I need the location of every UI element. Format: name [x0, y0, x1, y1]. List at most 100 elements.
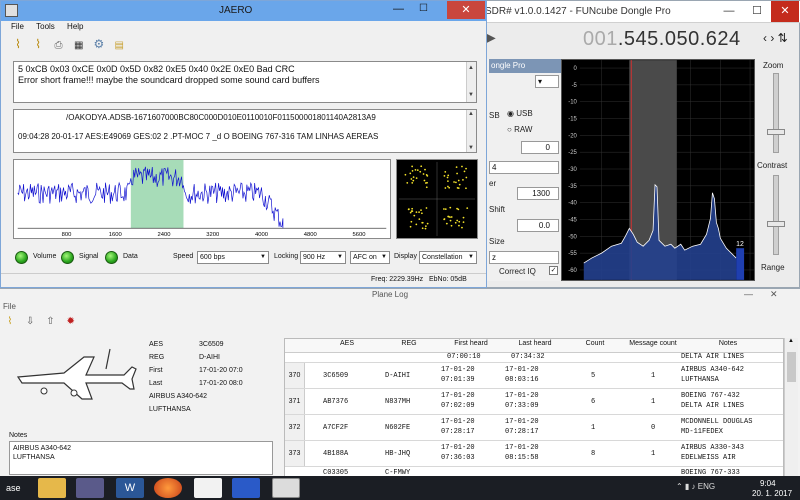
- wave-icon[interactable]: [232, 478, 260, 498]
- contrast-slider-track[interactable]: [773, 175, 779, 255]
- jaero-minimize-button[interactable]: —: [393, 3, 404, 15]
- jaero-close-button[interactable]: ✕: [447, 1, 485, 19]
- cell-last-time: 08:15:58: [505, 454, 539, 462]
- mode-raw-radio[interactable]: ○ RAW: [507, 125, 532, 134]
- stop-icon[interactable]: ✹: [64, 315, 78, 329]
- bandwidth-field[interactable]: 1300: [517, 187, 559, 200]
- cell-notes: DELTA AIR LINES: [681, 353, 745, 361]
- log-scrollbar[interactable]: ▲ ▼: [466, 62, 476, 102]
- system-tray[interactable]: ⌃ ▮ ♪ ENG: [676, 482, 715, 491]
- spectrum-display[interactable]: 0 -5 -10 -15 -20 -25 -30 -35 -40 -45 -50 -55 -60 12: [561, 59, 755, 281]
- sdr-titlebar[interactable]: SDR# v1.0.0.1427 - FUNcube Dongle Pro — …: [471, 1, 800, 23]
- column-header-notes[interactable]: Notes: [683, 340, 773, 347]
- afc-select[interactable]: AFC on ▼: [350, 251, 390, 264]
- table-row[interactable]: 372 A7CF2F N602FE 17-01-20 07:28:17 17-01-20 0…: [285, 415, 783, 441]
- cell-notes: DELTA AIR LINES: [681, 402, 745, 410]
- raw-log-textbox[interactable]: 5 0xCB 0x03 0xCE 0x0D 0x5D 0x82 0xE5 0x4…: [13, 61, 477, 103]
- plane-log-close-button[interactable]: ✕: [770, 289, 778, 300]
- export-icon[interactable]: ⇧: [43, 315, 57, 329]
- notes-textarea[interactable]: AIRBUS A340-642 LUFTHANSA: [9, 441, 273, 475]
- plane-log-minimize-button[interactable]: —: [744, 289, 753, 299]
- table-row[interactable]: 371 AB7376 N837MH 17-01-20 07:02:09 17-01-20 0…: [285, 389, 783, 415]
- scroll-up-icon[interactable]: ▲: [468, 63, 474, 74]
- menu-tools[interactable]: Tools: [36, 22, 55, 31]
- cell-last-time: 07:33:09: [505, 402, 539, 410]
- spin-value-field[interactable]: 0: [521, 141, 559, 154]
- table-row[interactable]: 370 3C6509 D-AIHI 17-01-20 07:01:39 17-01-20 0…: [285, 363, 783, 389]
- gear-icon[interactable]: ⚙: [92, 37, 106, 51]
- info-key: AES: [149, 341, 164, 348]
- device-dropdown[interactable]: ▾: [535, 75, 559, 88]
- jaero-icon[interactable]: [272, 478, 300, 498]
- clock-time[interactable]: 9:04: [760, 479, 776, 488]
- table-scrollbar[interactable]: ▲: [784, 338, 798, 477]
- frequency-display[interactable]: 001.545.050.624: [583, 28, 741, 51]
- scroll-down-icon[interactable]: ▼: [468, 145, 474, 151]
- sdr-minimize-button[interactable]: —: [715, 1, 743, 22]
- column-header-last-heard[interactable]: Last heard: [503, 340, 567, 347]
- size-combo[interactable]: z: [489, 251, 559, 264]
- sdr-maximize-button[interactable]: ☐: [743, 1, 771, 22]
- cell-reg: HB-JHQ: [385, 450, 411, 458]
- zoom-slider-thumb[interactable]: [767, 129, 785, 135]
- cell-last: 07:34:32: [511, 353, 545, 361]
- correct-iq-checkbox[interactable]: ✓: [549, 266, 558, 275]
- jaero-maximize-button[interactable]: ☐: [419, 3, 428, 14]
- menu-file[interactable]: File: [11, 22, 24, 31]
- broom-icon[interactable]: ⌇: [3, 315, 17, 329]
- table-row[interactable]: 373 4B188A HB-JHQ 17-01-20 07:36:03 17-01-20 0…: [285, 441, 783, 467]
- sdr-close-button[interactable]: ✕: [771, 1, 799, 22]
- printer-icon[interactable]: ⎙: [51, 39, 65, 53]
- scroll-thumb[interactable]: [787, 352, 796, 382]
- shift-field[interactable]: 0.0: [517, 219, 559, 232]
- decoded-log-textbox[interactable]: /OAKODYA.ADSB-1671607000BC80C000D010E011…: [13, 109, 477, 153]
- firefox-icon[interactable]: [154, 478, 182, 498]
- start-icon[interactable]: ase: [6, 478, 34, 498]
- column-header-reg[interactable]: REG: [379, 340, 439, 347]
- grid-icon[interactable]: ▦: [72, 39, 86, 53]
- constellation-plot[interactable]: [396, 159, 478, 239]
- clock-date[interactable]: 20. 1. 2017: [752, 489, 792, 498]
- filter-combo[interactable]: 4: [489, 161, 559, 174]
- sdr-icon[interactable]: [194, 478, 222, 498]
- cell-message-count: 1: [651, 450, 656, 458]
- scroll-up-icon[interactable]: ▲: [788, 338, 794, 344]
- constellation-point: [444, 208, 447, 211]
- constellation-points: [404, 165, 469, 230]
- frequency-step-arrows[interactable]: ‹ › ⇅: [763, 31, 788, 45]
- word-icon[interactable]: W: [116, 478, 144, 498]
- decoded-scrollbar[interactable]: ▲ ▼: [466, 110, 476, 152]
- mode-usb-label: USB: [516, 109, 533, 118]
- broom-icon[interactable]: ⌇: [31, 37, 45, 51]
- plane-log-file-menu[interactable]: File: [3, 302, 16, 311]
- audio-spectrum-plot[interactable]: 800 1600 2400 3200 4000 4800 5600: [13, 159, 391, 239]
- table-row-partial[interactable]: 07:00:10 07:34:32 DELTA AIR LINES: [285, 353, 783, 363]
- document-icon[interactable]: ▤: [112, 39, 126, 53]
- device-label[interactable]: ongle Pro: [489, 59, 561, 73]
- cell-message-count: 1: [651, 372, 656, 380]
- scroll-up-icon[interactable]: ▲: [468, 111, 474, 117]
- broom-icon[interactable]: ⌇: [11, 37, 25, 51]
- scroll-down-icon[interactable]: ▼: [468, 90, 474, 101]
- import-icon[interactable]: ⇩: [23, 315, 37, 329]
- range-label: Range: [761, 263, 785, 272]
- column-header-aes[interactable]: AES: [315, 340, 379, 347]
- constellation-point: [420, 165, 423, 168]
- constellation-point: [409, 172, 412, 175]
- column-header-count[interactable]: Count: [567, 340, 623, 347]
- jaero-titlebar[interactable]: JAERO — ☐ ✕: [1, 1, 486, 21]
- constellation-point: [422, 173, 425, 175]
- display-select[interactable]: Constellation ▼: [419, 251, 477, 264]
- column-header-message-count[interactable]: Message count: [623, 340, 683, 347]
- x-tick-label: 4800: [304, 232, 318, 238]
- column-header-first-heard[interactable]: First heard: [439, 340, 503, 347]
- speed-select[interactable]: 600 bps ▼: [197, 251, 269, 264]
- locking-select[interactable]: 900 Hz ▼: [300, 251, 346, 264]
- zoom-slider-track[interactable]: [773, 73, 779, 153]
- mode-usb-radio[interactable]: ◉ USB: [507, 109, 533, 118]
- menu-help[interactable]: Help: [67, 22, 83, 31]
- file-explorer-icon[interactable]: [38, 478, 66, 498]
- contrast-slider-thumb[interactable]: [767, 221, 785, 227]
- app-icon[interactable]: [76, 478, 104, 498]
- constellation-point: [449, 219, 452, 222]
